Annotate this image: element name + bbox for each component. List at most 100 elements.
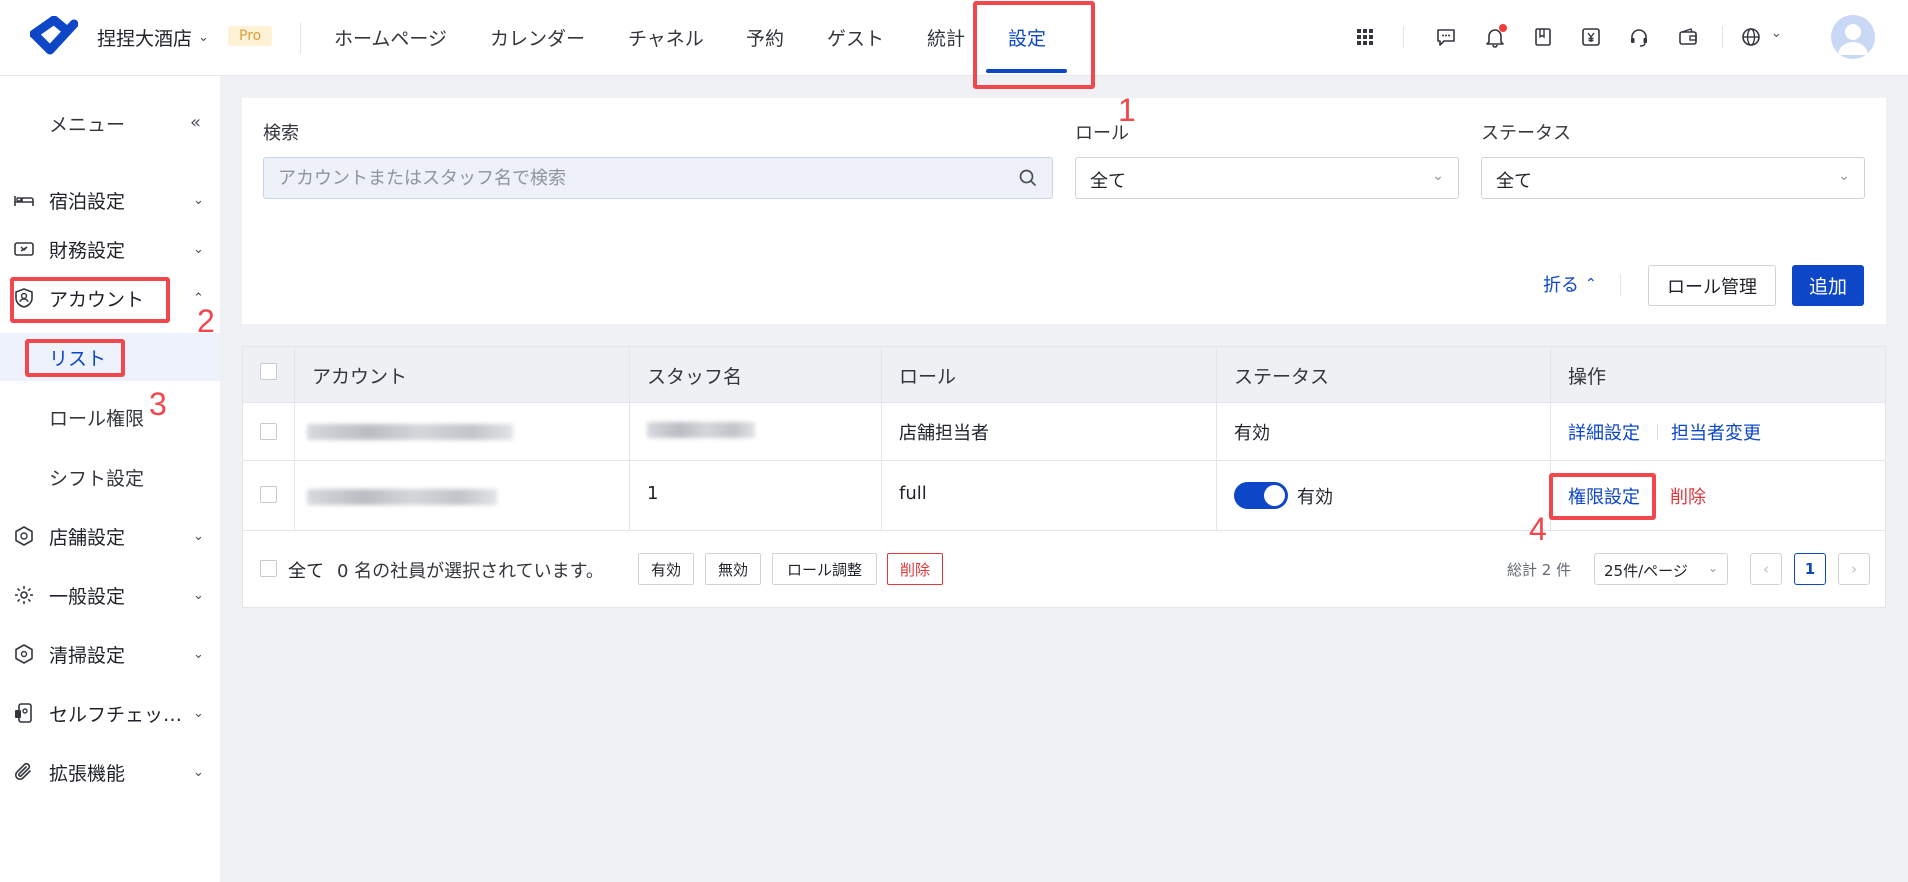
paperclip-icon bbox=[12, 760, 36, 784]
chevron-down-icon: ⌄ bbox=[198, 30, 209, 45]
nav-statistics[interactable]: 統計 bbox=[927, 24, 965, 51]
bed-icon bbox=[12, 188, 36, 212]
user-shield-icon bbox=[12, 286, 36, 310]
nav-settings[interactable]: 設定 bbox=[1008, 24, 1046, 51]
sidebar-item-cleaning[interactable]: 清掃設定 ⌄ bbox=[0, 634, 220, 674]
header-divider bbox=[300, 22, 301, 54]
search-input[interactable] bbox=[264, 158, 1004, 198]
annotation-number: 4 bbox=[1529, 511, 1547, 547]
globe-icon[interactable] bbox=[1738, 24, 1764, 50]
book-icon[interactable] bbox=[1530, 24, 1556, 50]
pro-badge: Pro bbox=[228, 26, 273, 46]
annotation-number: 1 bbox=[1118, 92, 1136, 128]
kiosk-icon bbox=[12, 701, 36, 725]
bulk-enable-button[interactable]: 有効 bbox=[638, 553, 694, 585]
annotation-number: 3 bbox=[149, 386, 167, 422]
nav-calendar[interactable]: カレンダー bbox=[490, 24, 585, 51]
app-logo-icon[interactable] bbox=[30, 16, 78, 56]
sidebar-item-extensions[interactable]: 拡張機能 ⌄ bbox=[0, 752, 220, 792]
avatar[interactable] bbox=[1831, 15, 1875, 59]
chevron-down-icon: ⌄ bbox=[1432, 168, 1444, 184]
header-icon-divider bbox=[1403, 26, 1404, 48]
bulk-delete-button[interactable]: 削除 bbox=[887, 553, 943, 585]
annotation-number: 2 bbox=[197, 303, 215, 339]
sidebar-item-label: アカウント bbox=[49, 288, 145, 311]
page-size-value: 25件/ページ bbox=[1604, 562, 1688, 580]
status-cell: 有効 bbox=[1297, 487, 1333, 508]
store-icon bbox=[12, 524, 36, 548]
chevron-down-icon: ⌄ bbox=[193, 705, 204, 721]
sidebar-item-general[interactable]: 一般設定 ⌄ bbox=[0, 575, 220, 615]
sidebar-subitem-list[interactable]: リスト bbox=[0, 333, 220, 381]
bell-icon[interactable] bbox=[1482, 24, 1508, 50]
column-header-status: ステータス bbox=[1234, 366, 1330, 388]
chevron-down-icon[interactable]: ⌄ bbox=[1771, 26, 1782, 41]
prev-page-button[interactable]: ‹ bbox=[1750, 553, 1782, 585]
header-icon-divider bbox=[1722, 26, 1723, 48]
status-select-value: 全て bbox=[1496, 171, 1532, 192]
permission-settings-link[interactable]: 権限設定 bbox=[1568, 483, 1640, 509]
search-field[interactable] bbox=[263, 157, 1053, 199]
sidebar-item-store[interactable]: 店舗設定 ⌄ bbox=[0, 516, 220, 556]
cleaning-icon bbox=[12, 642, 36, 666]
headset-icon[interactable] bbox=[1626, 24, 1652, 50]
redacted-staff-name bbox=[647, 422, 755, 438]
select-all-checkbox[interactable] bbox=[260, 560, 277, 577]
action-divider bbox=[1657, 424, 1658, 440]
search-icon[interactable] bbox=[1018, 168, 1038, 188]
chevron-down-icon: ⌄ bbox=[193, 192, 204, 208]
status-select[interactable]: 全て ⌄ bbox=[1481, 157, 1865, 199]
table-row: 1 full 有効 権限設定 削除 bbox=[243, 461, 1885, 531]
apps-grid-icon[interactable] bbox=[1352, 24, 1378, 50]
page-size-select[interactable]: 25件/ページ ⌄ bbox=[1594, 553, 1728, 585]
sidebar-subitem-role-permissions[interactable]: ロール権限 bbox=[0, 393, 220, 441]
chevron-down-icon: ⌄ bbox=[193, 241, 204, 257]
table-footer: 全て 0 名の社員が選択されています。 有効 無効 ロール調整 削除 総計 2 … bbox=[243, 531, 1885, 607]
nav-guest[interactable]: ゲスト bbox=[827, 24, 884, 51]
sidebar-item-account[interactable]: アカウント ⌃ bbox=[0, 278, 220, 318]
bulk-role-adjust-button[interactable]: ロール調整 bbox=[772, 553, 877, 585]
select-all-rows-checkbox[interactable] bbox=[260, 363, 277, 380]
select-all-label: 全て bbox=[288, 561, 324, 582]
sidebar: メニュー « 宿泊設定 ⌄ 財務設定 ⌄ アカウント ⌃ リスト ロール権限 シ… bbox=[0, 76, 220, 882]
top-header: 捏捏大酒店 ⌄ Pro ホームページ カレンダー チャネル 予約 ゲスト 統計 … bbox=[0, 0, 1908, 76]
role-select[interactable]: 全て ⌄ bbox=[1075, 157, 1459, 199]
add-button[interactable]: 追加 bbox=[1792, 265, 1864, 306]
detail-settings-link[interactable]: 詳細設定 bbox=[1568, 419, 1640, 445]
message-icon[interactable] bbox=[1433, 24, 1459, 50]
table-header: アカウント スタッフ名 ロール ステータス 操作 bbox=[243, 347, 1885, 403]
wallet-icon[interactable] bbox=[1675, 24, 1701, 50]
page-number-button[interactable]: 1 bbox=[1794, 553, 1826, 585]
nav-channel[interactable]: チャネル bbox=[628, 24, 704, 51]
hotel-switcher[interactable]: 捏捏大酒店 ⌄ bbox=[97, 24, 209, 51]
table-row: 店舗担当者 有効 詳細設定 担当者変更 bbox=[243, 403, 1885, 461]
column-header-role: ロール bbox=[899, 366, 957, 388]
chevron-right-icon: › bbox=[1851, 560, 1857, 578]
sidebar-item-label: 清掃設定 bbox=[49, 644, 126, 667]
sidebar-subitem-shift[interactable]: シフト設定 bbox=[0, 453, 220, 501]
sidebar-item-lodging[interactable]: 宿泊設定 ⌄ bbox=[0, 180, 220, 220]
sidebar-item-finance[interactable]: 財務設定 ⌄ bbox=[0, 229, 220, 269]
fold-divider bbox=[1620, 274, 1621, 296]
sidebar-item-self-checkin[interactable]: セルフチェック... ⌄ bbox=[0, 693, 220, 733]
yen-receipt-icon[interactable] bbox=[1578, 24, 1604, 50]
notification-dot bbox=[1499, 24, 1507, 32]
sidebar-item-label: 一般設定 bbox=[49, 585, 126, 608]
sidebar-subitem-label: ロール権限 bbox=[49, 407, 145, 430]
role-management-button[interactable]: ロール管理 bbox=[1648, 265, 1776, 306]
row-checkbox[interactable] bbox=[260, 423, 277, 440]
bulk-disable-button[interactable]: 無効 bbox=[705, 553, 761, 585]
delete-link[interactable]: 削除 bbox=[1670, 483, 1706, 509]
row-checkbox[interactable] bbox=[260, 486, 277, 503]
collapse-sidebar-icon[interactable]: « bbox=[190, 112, 201, 133]
status-toggle[interactable] bbox=[1234, 482, 1288, 509]
cash-register-icon bbox=[12, 237, 36, 261]
fold-filters-toggle[interactable]: 折る ⌃ bbox=[1543, 271, 1597, 297]
change-assignee-link[interactable]: 担当者変更 bbox=[1671, 419, 1761, 445]
sidebar-item-label: 財務設定 bbox=[49, 239, 126, 262]
role-cell: 店舗担当者 bbox=[899, 423, 989, 444]
redacted-account bbox=[307, 424, 513, 440]
next-page-button[interactable]: › bbox=[1838, 553, 1870, 585]
nav-reservation[interactable]: 予約 bbox=[746, 24, 784, 51]
nav-home[interactable]: ホームページ bbox=[334, 24, 447, 51]
